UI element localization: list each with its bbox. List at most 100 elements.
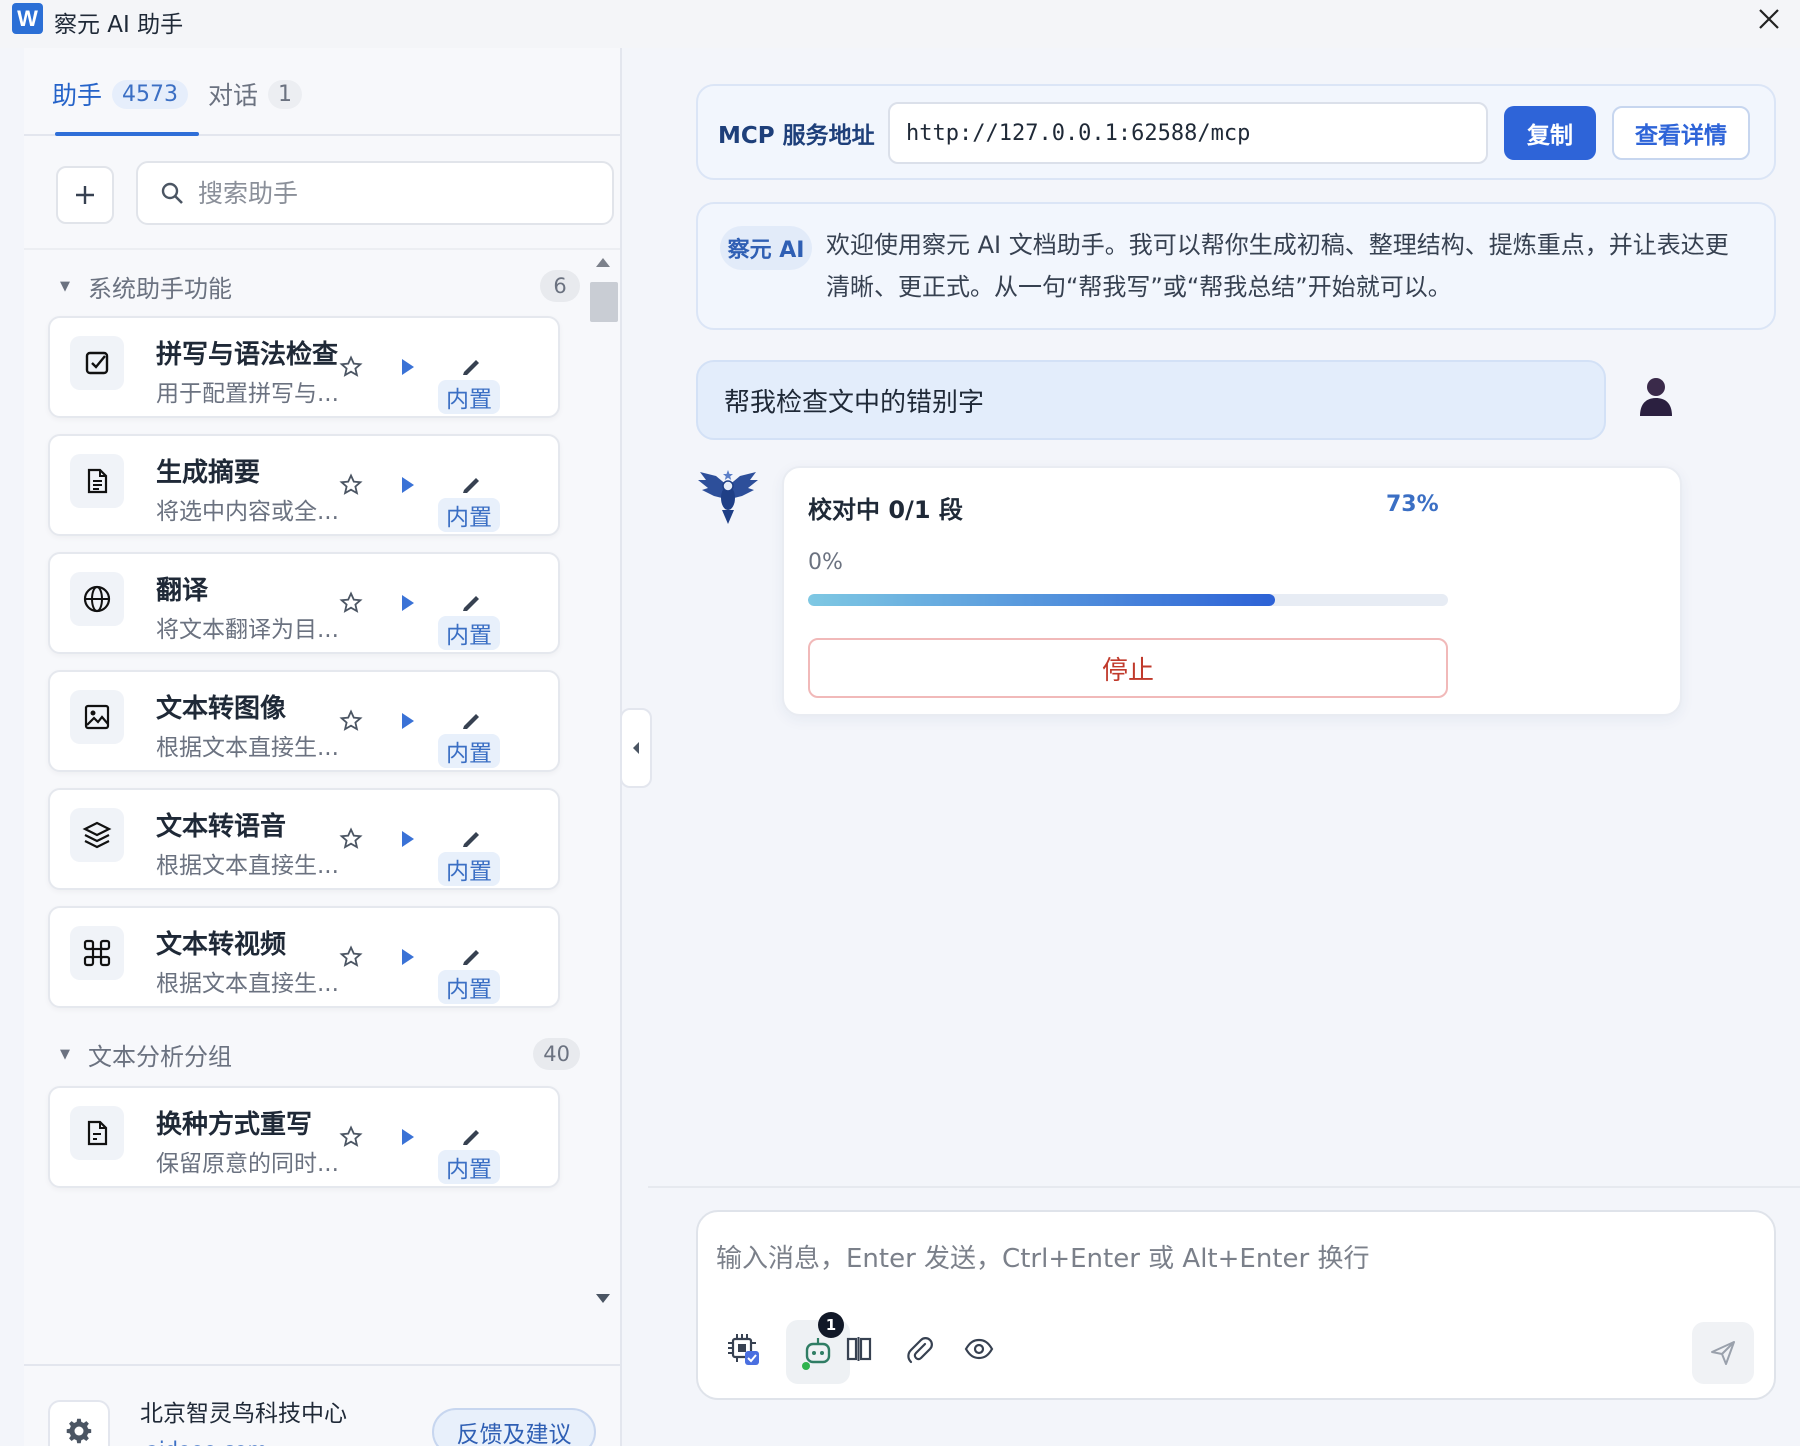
progress-title: 校对中 0/1 段	[808, 496, 963, 524]
window-title: 察元 AI 助手	[54, 12, 184, 38]
group-name: 文本分析分组	[88, 1042, 232, 1071]
close-button[interactable]	[1752, 2, 1786, 36]
star-icon[interactable]	[336, 470, 366, 500]
attach-button[interactable]	[896, 1326, 942, 1372]
star-icon[interactable]	[336, 706, 366, 736]
assistant-sidebar: 助手 4573 对话 1 ▼ 系统助手功能 6 拼写与语法检查 用于配置拼写与.…	[24, 48, 622, 1446]
columns-icon	[846, 1337, 872, 1361]
play-icon[interactable]	[396, 472, 420, 498]
chevron-left-icon	[633, 742, 639, 754]
tab-assistants[interactable]: 助手 4573	[52, 76, 189, 112]
mcp-service-bar: MCP 服务地址 复制 查看详情	[696, 84, 1776, 180]
assistant-title: 文本转语音	[156, 812, 287, 842]
assistant-card[interactable]: 生成摘要 将选中内容或全... 内置	[48, 434, 560, 536]
welcome-text: 欢迎使用察元 AI 文档助手。我可以帮你生成初稿、整理结构、提炼重点，并让表达更…	[826, 231, 1729, 301]
scrollbar-thumb[interactable]	[590, 282, 618, 322]
play-icon[interactable]	[396, 354, 420, 380]
scroll-down-arrow-icon[interactable]	[596, 1294, 610, 1303]
builtin-badge: 内置	[438, 970, 500, 1004]
assistant-desc: 根据文本直接生...	[156, 853, 339, 879]
add-assistant-button[interactable]	[56, 166, 114, 224]
copy-button[interactable]: 复制	[1504, 106, 1596, 160]
assistant-desc: 将选中内容或全...	[156, 499, 339, 525]
user-message-bubble: 帮我检查文中的错别字	[696, 360, 1606, 440]
website-link[interactable]: aidooo.com	[146, 1438, 268, 1446]
user-avatar-icon	[1638, 376, 1674, 416]
assistant-card[interactable]: 文本转语音 根据文本直接生... 内置	[48, 788, 560, 890]
star-icon[interactable]	[336, 588, 366, 618]
mcp-url-field[interactable]	[888, 102, 1488, 164]
search-box	[136, 161, 614, 225]
tab-label: 对话	[208, 81, 259, 110]
file-edit-icon	[70, 1106, 124, 1160]
search-input[interactable]	[198, 178, 558, 208]
columns-button[interactable]	[836, 1326, 882, 1372]
search-icon	[161, 182, 183, 204]
edit-pencil-icon[interactable]	[460, 708, 484, 732]
model-chip-button[interactable]	[720, 1326, 766, 1372]
message-input[interactable]	[716, 1238, 1736, 1288]
progress-bar-fill	[808, 594, 1276, 606]
view-details-button[interactable]: 查看详情	[1612, 106, 1750, 160]
play-icon[interactable]	[396, 708, 420, 734]
nodes-icon	[70, 926, 124, 980]
play-icon[interactable]	[396, 826, 420, 852]
assistant-title: 拼写与语法检查	[156, 340, 339, 370]
builtin-badge: 内置	[438, 852, 500, 886]
group-header-system[interactable]: ▼ 系统助手功能 6	[60, 266, 580, 306]
edit-pencil-icon[interactable]	[460, 354, 484, 378]
builtin-badge: 内置	[438, 734, 500, 768]
assistant-title: 换种方式重写	[156, 1110, 313, 1140]
star-icon[interactable]	[336, 1122, 366, 1152]
group-count: 6	[540, 270, 580, 302]
chat-panel: MCP 服务地址 复制 查看详情 察元 AI 欢迎使用察元 AI 文档助手。我可…	[648, 48, 1800, 1446]
sidebar-footer: 北京智灵鸟科技中心 aidooo.com 反馈及建议	[24, 1364, 622, 1446]
welcome-message: 察元 AI 欢迎使用察元 AI 文档助手。我可以帮你生成初稿、整理结构、提炼重点…	[696, 202, 1776, 330]
layers-icon	[70, 808, 124, 862]
assistant-card[interactable]: 翻译 将文本翻译为目... 内置	[48, 552, 560, 654]
tab-count: 1	[268, 79, 303, 109]
group-header-text-analysis[interactable]: ▼ 文本分析分组 40	[60, 1034, 580, 1074]
paperclip-icon	[907, 1337, 933, 1364]
feedback-button[interactable]: 反馈及建议	[432, 1408, 596, 1446]
gear-icon	[66, 1418, 92, 1444]
settings-button[interactable]	[48, 1400, 110, 1446]
edit-pencil-icon[interactable]	[460, 944, 484, 968]
app-logo: W	[12, 3, 43, 34]
progress-percent: 73%	[1386, 492, 1439, 517]
star-icon[interactable]	[336, 352, 366, 382]
preview-button[interactable]	[956, 1326, 1002, 1372]
sidebar-tabs: 助手 4573 对话 1	[24, 48, 622, 136]
star-icon[interactable]	[336, 942, 366, 972]
composer-divider	[648, 1186, 1800, 1188]
send-icon	[1711, 1341, 1735, 1365]
assistant-card[interactable]: 文本转图像 根据文本直接生... 内置	[48, 670, 560, 772]
edit-pencil-icon[interactable]	[460, 590, 484, 614]
builtin-badge: 内置	[438, 380, 500, 414]
edit-pencil-icon[interactable]	[460, 1124, 484, 1148]
chip-icon	[728, 1334, 759, 1365]
edit-pencil-icon[interactable]	[460, 472, 484, 496]
send-button[interactable]	[1692, 1322, 1754, 1384]
assistant-desc: 用于配置拼写与...	[156, 381, 339, 407]
stop-button[interactable]: 停止	[808, 638, 1448, 698]
play-icon[interactable]	[396, 1124, 420, 1150]
edit-pencil-icon[interactable]	[460, 826, 484, 850]
image-icon	[70, 690, 124, 744]
play-icon[interactable]	[396, 590, 420, 616]
scroll-up-arrow-icon[interactable]	[596, 258, 610, 267]
assistant-card[interactable]: 拼写与语法检查 用于配置拼写与... 内置	[48, 316, 560, 418]
group-name: 系统助手功能	[88, 274, 232, 303]
assistant-desc: 将文本翻译为目...	[156, 617, 339, 643]
assistant-badge: 察元 AI	[720, 226, 812, 270]
tab-conversations[interactable]: 对话 1	[208, 76, 303, 112]
progress-sub-percent: 0%	[808, 550, 843, 575]
builtin-badge: 内置	[438, 616, 500, 650]
assistant-card[interactable]: 文本转视频 根据文本直接生... 内置	[48, 906, 560, 1008]
play-icon[interactable]	[396, 944, 420, 970]
assistant-title: 文本转视频	[156, 930, 287, 960]
group-count: 40	[533, 1038, 580, 1070]
star-icon[interactable]	[336, 824, 366, 854]
collapse-triangle-icon: ▼	[60, 1046, 70, 1062]
assistant-card[interactable]: 换种方式重写 保留原意的同时... 内置	[48, 1086, 560, 1188]
